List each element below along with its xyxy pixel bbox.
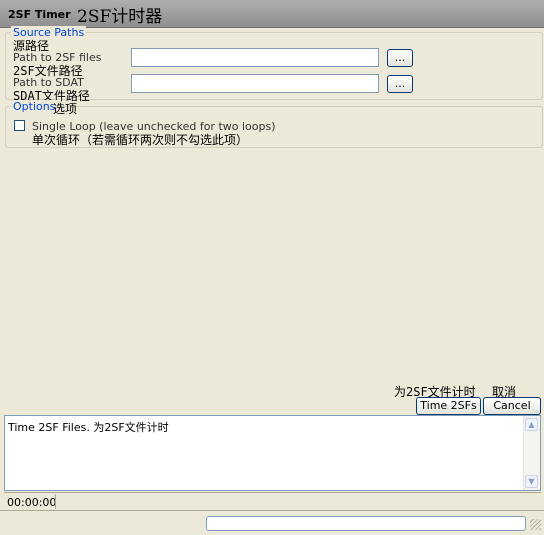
scroll-up-icon[interactable]: ▲ [525, 418, 538, 431]
status-divider [55, 494, 56, 509]
single-loop-checkbox[interactable] [14, 120, 25, 131]
cancel-button[interactable]: Cancel [483, 397, 541, 415]
elapsed-status-bar: 00:00:00 [4, 492, 541, 511]
progress-bar [206, 516, 526, 531]
twosf-browse-button[interactable]: ... [387, 49, 413, 67]
twosf-path-input[interactable] [131, 48, 379, 67]
options-legend-zh: 选项 [53, 102, 78, 116]
window-title: 2SF Timer [8, 8, 71, 21]
window-title-zh: 2SF计时器 [77, 7, 163, 27]
log-text: Time 2SF Files. 为2SF文件计时 [8, 421, 169, 434]
log-textarea[interactable]: Time 2SF Files. 为2SF文件计时 ▲ ▼ [4, 415, 541, 491]
elapsed-time: 00:00:00 [7, 496, 57, 509]
scroll-down-icon[interactable]: ▼ [525, 475, 538, 488]
bottom-status-bar [0, 510, 544, 535]
title-bar: 2SF Timer 2SF计时器 [0, 0, 544, 28]
resize-grip-icon[interactable] [530, 519, 541, 530]
sdat-path-input[interactable] [131, 74, 379, 93]
options-legend: Options [11, 100, 58, 113]
time-2sfs-button[interactable]: Time 2SFs [416, 397, 481, 415]
single-loop-label-zh: 单次循环（若需循环两次则不勾选此项） [32, 133, 249, 147]
sdat-browse-button[interactable]: ... [387, 75, 413, 93]
log-scrollbar[interactable]: ▲ ▼ [523, 416, 540, 490]
